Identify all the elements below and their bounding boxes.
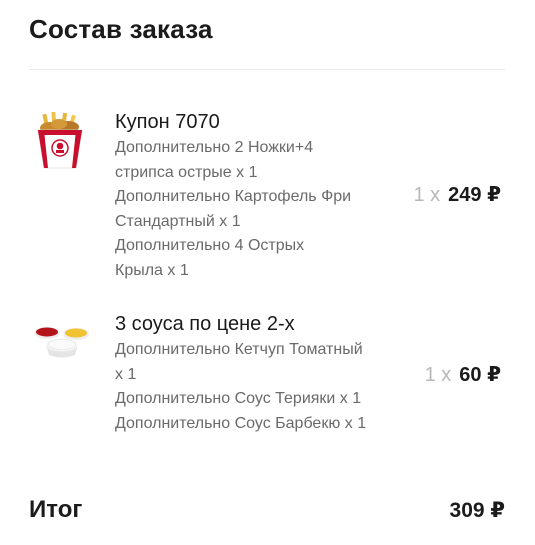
item-quantity: 1 x (424, 364, 452, 386)
sauce-cups-image (30, 315, 94, 363)
item-addon-line: Дополнительно Соус Барбекю x 1 (115, 414, 367, 432)
item-addon-line: стрипса острые x 1 (115, 163, 258, 181)
item-addon-line: Дополнительно 2 Ножки+4 (115, 139, 314, 156)
item-addon-line: x 1 (115, 365, 137, 383)
item-price: 249 ₽ (448, 184, 501, 206)
divider (29, 69, 505, 70)
item-quantity-price: 1 x 249 ₽ (413, 182, 501, 207)
item-price: 60 ₽ (459, 364, 501, 386)
page-title: Состав заказа (29, 14, 213, 44)
item-addon-line: Дополнительно Картофель Фри (115, 188, 352, 205)
order-item: 3 соуса по цене 2-х Дополнительно Кетчуп… (0, 310, 535, 440)
item-addon-line: Дополнительно Кетчуп Томатный (115, 341, 363, 358)
item-addon-line: Стандартный x 1 (115, 212, 241, 230)
item-details: Купон 7070 Дополнительно 2 Ножки+4 стрип… (115, 108, 415, 283)
order-composition-page: Состав заказа Купон 7070 Дополнительно 2… (0, 0, 535, 545)
total-value: 309 ₽ (449, 499, 505, 522)
item-name: 3 соуса по цене 2-х (115, 313, 295, 335)
item-name: Купон 7070 (115, 111, 220, 133)
item-details: 3 соуса по цене 2-х Дополнительно Кетчуп… (115, 310, 415, 436)
item-addon-line: Дополнительно 4 Острых (115, 237, 305, 254)
item-addon-line: Дополнительно Соус Терияки x 1 (115, 390, 362, 407)
item-quantity-price: 1 x 60 ₽ (425, 362, 501, 387)
total-label: Итог (29, 496, 83, 523)
item-quantity: 1 x (413, 184, 441, 206)
item-addon-line: Крыла x 1 (115, 261, 189, 279)
order-item: Купон 7070 Дополнительно 2 Ножки+4 стрип… (0, 108, 535, 279)
chicken-bucket-image (30, 110, 90, 172)
